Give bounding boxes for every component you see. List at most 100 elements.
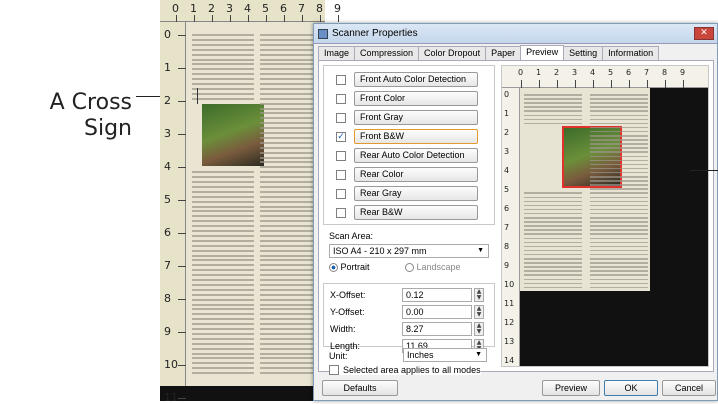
preview-ruler-left-number: 2 — [504, 128, 510, 137]
text-line — [260, 161, 320, 164]
cancel-button[interactable]: Cancel — [662, 380, 716, 396]
apply-all-checkbox[interactable]: Selected area applies to all modes — [329, 365, 481, 375]
text-line — [260, 185, 320, 188]
portrait-radio[interactable]: Portrait — [329, 262, 370, 273]
text-line — [260, 141, 320, 144]
text-line — [192, 205, 254, 208]
tab-compression[interactable]: Compression — [354, 46, 420, 60]
ruler-top-number: 0 — [172, 2, 179, 15]
tab-paper[interactable]: Paper — [485, 46, 522, 60]
callout-label: A Cross Sign — [20, 90, 132, 142]
text-line — [590, 196, 648, 198]
text-line — [260, 87, 320, 90]
text-line — [260, 53, 320, 56]
text-line — [260, 166, 320, 169]
spinner-icon[interactable]: ▲▼ — [474, 322, 484, 336]
mode-option[interactable]: Rear Auto Color Detection — [336, 148, 478, 163]
mode-checkbox[interactable] — [336, 74, 346, 85]
ruler-tick — [178, 200, 186, 201]
mode-checkbox[interactable]: ✓ — [336, 131, 346, 142]
tab-color-dropout[interactable]: Color Dropout — [418, 46, 487, 60]
tab-preview[interactable]: Preview — [520, 45, 565, 60]
preview-button[interactable]: Preview — [542, 380, 600, 396]
text-line — [192, 367, 254, 370]
text-line — [260, 127, 320, 130]
ruler-top-number: 7 — [298, 2, 305, 15]
text-line — [260, 323, 320, 326]
text-line — [260, 200, 320, 203]
ruler-tick — [647, 80, 648, 88]
mode-option-button[interactable]: Front Gray — [354, 110, 478, 125]
preview-ruler-left-number: 7 — [504, 223, 510, 232]
mode-option[interactable]: Rear Gray — [336, 186, 478, 201]
ok-button[interactable]: OK — [604, 380, 658, 396]
text-line — [524, 237, 582, 239]
mode-option-button[interactable]: Rear Auto Color Detection — [354, 148, 478, 163]
mode-option-button[interactable]: Rear B&W — [354, 205, 478, 220]
text-line — [192, 342, 254, 345]
text-line — [192, 210, 254, 213]
mode-checkbox[interactable] — [336, 188, 346, 199]
text-line — [192, 63, 254, 66]
mode-checkbox[interactable] — [336, 93, 346, 104]
mode-option[interactable]: ✓ Front B&W — [336, 129, 478, 144]
mode-option[interactable]: Rear B&W — [336, 205, 478, 220]
tab-information[interactable]: Information — [602, 46, 660, 60]
mode-checkbox[interactable] — [336, 207, 346, 218]
spinner-icon[interactable]: ▲▼ — [474, 305, 484, 319]
preview-ruler-top-number: 6 — [626, 68, 632, 77]
mode-option[interactable]: Rear Color — [336, 167, 478, 182]
text-line — [590, 237, 648, 239]
mode-option[interactable]: Front Gray — [336, 110, 478, 125]
field-input[interactable]: 0.12 — [402, 288, 472, 302]
mode-option-button[interactable]: Front Color — [354, 91, 478, 106]
text-line — [260, 274, 320, 277]
tab-setting[interactable]: Setting — [563, 46, 604, 60]
text-line — [524, 262, 582, 264]
text-line — [192, 244, 254, 247]
preview-ruler-top-number: 5 — [608, 68, 614, 77]
ruler-tick — [176, 15, 177, 22]
preview-ruler-left-number: 4 — [504, 166, 510, 175]
text-line — [192, 279, 254, 281]
preview-ruler-top-number: 3 — [572, 68, 578, 77]
ruler-left-number: 5 — [164, 193, 171, 206]
mode-option[interactable]: Front Auto Color Detection — [336, 72, 478, 87]
text-line — [192, 97, 254, 100]
spinner-icon[interactable]: ▲▼ — [474, 288, 484, 302]
mode-option-button[interactable]: Front Auto Color Detection — [354, 72, 478, 87]
preview-ruler-left-number: 5 — [504, 185, 510, 194]
mode-checkbox[interactable] — [336, 169, 346, 180]
text-line — [260, 34, 320, 36]
scan-area-select[interactable]: ISO A4 - 210 x 297 mm ▼ — [329, 244, 489, 258]
mode-option-button[interactable]: Rear Gray — [354, 186, 478, 201]
text-line — [590, 278, 648, 280]
ruler-left-number: 4 — [164, 160, 171, 173]
text-line — [524, 212, 582, 215]
text-line — [524, 200, 582, 203]
ruler-left-number: 0 — [164, 28, 171, 41]
field-input[interactable]: 0.00 — [402, 305, 472, 319]
text-line — [260, 318, 320, 321]
preview-ruler-top-number: 8 — [662, 68, 668, 77]
text-line — [260, 63, 320, 66]
mode-option-button[interactable]: Front B&W — [354, 129, 478, 144]
mode-checkbox[interactable] — [336, 112, 346, 123]
text-line — [260, 58, 320, 61]
text-line — [192, 303, 254, 306]
field-input[interactable]: 8.27 — [402, 322, 472, 336]
text-line — [590, 204, 648, 207]
ruler-tick — [178, 167, 186, 168]
text-line — [260, 210, 320, 213]
unit-select[interactable]: Inches ▼ — [403, 348, 487, 362]
close-icon[interactable]: ✕ — [694, 27, 714, 40]
mode-checkbox[interactable] — [336, 150, 346, 161]
mode-option-button[interactable]: Rear Color — [354, 167, 478, 182]
landscape-radio[interactable]: Landscape — [405, 262, 461, 273]
ruler-tick — [575, 80, 576, 88]
mode-option[interactable]: Front Color — [336, 91, 478, 106]
cross-sign-marker — [197, 88, 198, 104]
apply-all-box[interactable] — [329, 365, 339, 375]
defaults-button[interactable]: Defaults — [322, 380, 398, 396]
tab-image[interactable]: Image — [318, 46, 356, 60]
